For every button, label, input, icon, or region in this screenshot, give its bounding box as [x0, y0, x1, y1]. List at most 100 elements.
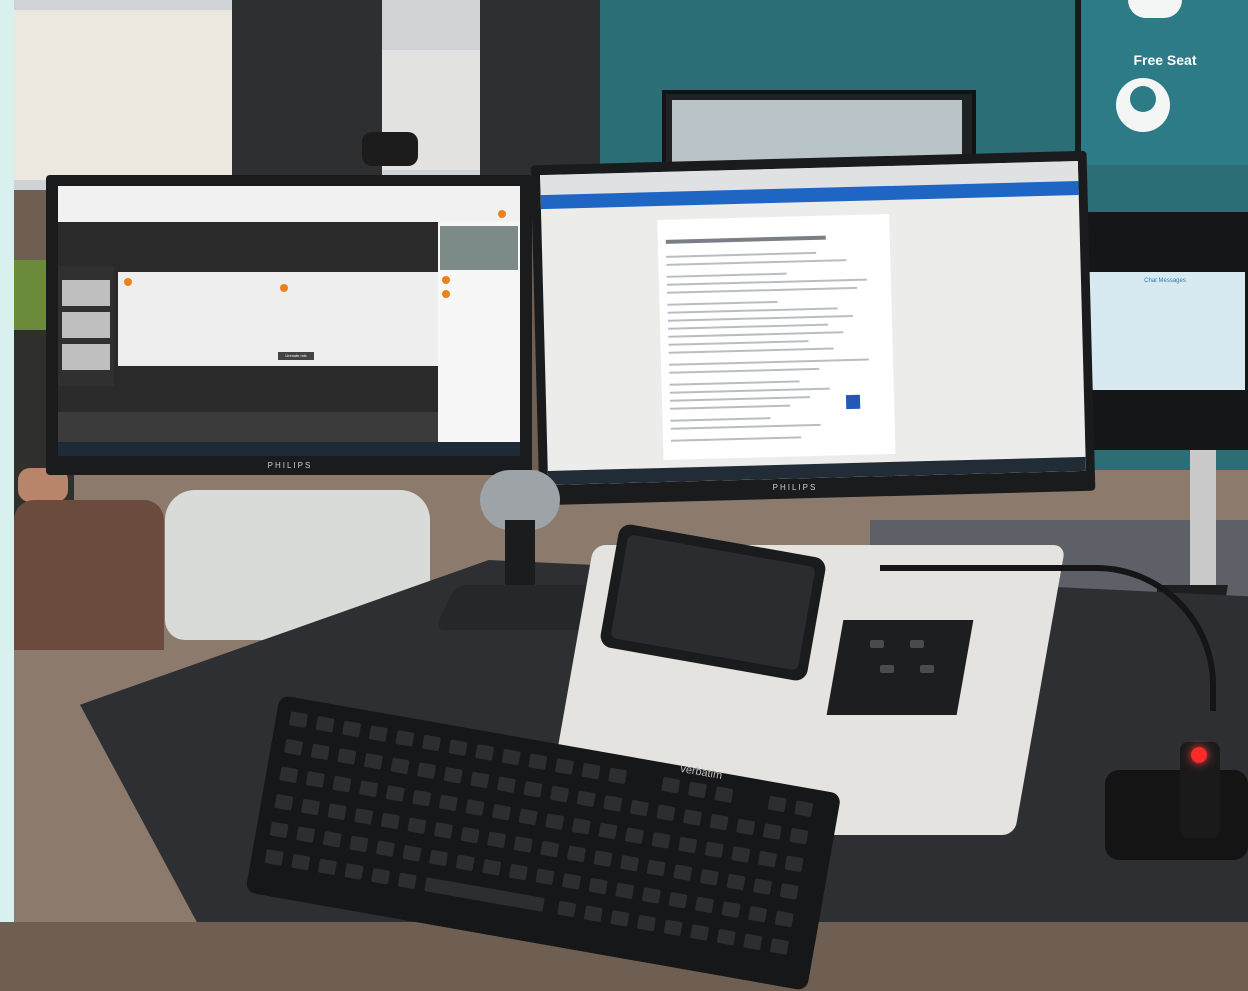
keyboard-key[interactable] [566, 845, 586, 863]
keyboard-key[interactable] [363, 752, 384, 770]
keyboard-key[interactable] [518, 808, 538, 826]
keyboard-key[interactable] [748, 905, 768, 923]
keyboard-key[interactable] [322, 830, 342, 848]
keyboard-key[interactable] [496, 776, 516, 794]
keyboard-key[interactable] [421, 734, 442, 752]
keyboard-key[interactable] [279, 766, 299, 784]
keyboard-key[interactable] [636, 914, 657, 932]
keyboard-key[interactable] [687, 781, 707, 799]
keyboard-key[interactable] [583, 905, 603, 923]
keyboard-key[interactable] [629, 799, 649, 817]
keyboard-key[interactable] [646, 859, 666, 877]
keyboard-key[interactable] [349, 835, 369, 853]
keyboard-key[interactable] [673, 864, 693, 882]
keyboard-key[interactable] [354, 808, 374, 825]
participant-tile[interactable] [62, 280, 110, 306]
keyboard-key[interactable] [762, 823, 782, 840]
keyboard-key[interactable] [694, 896, 715, 914]
keyboard-key[interactable] [704, 841, 724, 859]
keyboard-key[interactable] [443, 766, 463, 784]
keyboard-key[interactable] [397, 872, 417, 890]
keyboard-key[interactable] [668, 891, 688, 909]
video-camera-icon[interactable] [845, 394, 861, 410]
keyboard-key[interactable] [407, 817, 427, 835]
keyboard-key[interactable] [561, 873, 582, 890]
keyboard-key[interactable] [615, 882, 635, 900]
keyboard-key[interactable] [721, 901, 741, 918]
keyboard-key[interactable] [554, 758, 574, 775]
profile-avatar-icon[interactable] [498, 210, 506, 218]
keyboard-key[interactable] [332, 775, 352, 793]
keyboard-key[interactable] [291, 853, 311, 871]
keyboard-key[interactable] [598, 822, 618, 840]
keyboard-key[interactable] [424, 877, 545, 912]
unmute-button[interactable]: Unmute mic [278, 352, 314, 360]
keyboard-key[interactable] [784, 855, 804, 873]
keyboard-key[interactable] [288, 711, 309, 728]
keyboard-key[interactable] [344, 863, 364, 880]
keyboard-key[interactable] [603, 795, 623, 812]
keyboard-key[interactable] [370, 867, 391, 885]
keyboard-key[interactable] [789, 827, 809, 845]
keyboard-key[interactable] [588, 877, 608, 895]
keyboard-key[interactable] [402, 844, 422, 862]
keyboard-key[interactable] [491, 803, 512, 821]
keyboard-key[interactable] [731, 846, 751, 863]
keyboard-key[interactable] [305, 771, 325, 788]
keyboard-key[interactable] [608, 767, 628, 785]
keyboard-key[interactable] [794, 800, 814, 818]
keyboard-key[interactable] [342, 720, 362, 738]
keyboard-key[interactable] [571, 817, 591, 835]
keyboard-key[interactable] [779, 883, 799, 900]
keyboard-key[interactable] [337, 748, 357, 765]
keyboard-key[interactable] [284, 738, 304, 756]
keyboard-key[interactable] [651, 832, 671, 849]
keyboard-key[interactable] [460, 826, 480, 844]
keyboard-key[interactable] [501, 748, 521, 766]
keyboard-key[interactable] [767, 795, 787, 813]
keyboard-key[interactable] [549, 785, 570, 803]
keyboard-key[interactable] [769, 938, 789, 955]
keyboard-key[interactable] [682, 809, 703, 826]
keyboard-key[interactable] [269, 821, 289, 839]
participant-tile[interactable] [62, 312, 110, 338]
keyboard-key[interactable] [593, 850, 613, 867]
keyboard-key[interactable] [743, 933, 763, 951]
keyboard-key[interactable] [620, 854, 640, 872]
keyboard-key[interactable] [412, 789, 432, 807]
keyboard-key[interactable] [757, 850, 777, 868]
keyboard-key[interactable] [327, 803, 347, 821]
keyboard-key[interactable] [661, 776, 681, 794]
keyboard-key[interactable] [523, 780, 543, 798]
keyboard-key[interactable] [448, 739, 468, 757]
keyboard-key[interactable] [296, 826, 316, 843]
keyboard-key[interactable] [610, 910, 630, 927]
keyboard-key[interactable] [535, 868, 555, 886]
keyboard-key[interactable] [300, 798, 321, 816]
keyboard-key[interactable] [358, 780, 379, 798]
keyboard-key[interactable] [576, 790, 596, 808]
keyboard-key[interactable] [395, 729, 415, 747]
keyboard-key[interactable] [726, 873, 746, 891]
keyboard-key[interactable] [385, 785, 405, 802]
keyboard-key[interactable] [310, 743, 330, 761]
keyboard-key[interactable] [390, 757, 410, 775]
keyboard-key[interactable] [433, 822, 454, 839]
keyboard-key[interactable] [368, 725, 388, 743]
keyboard-key[interactable] [545, 813, 565, 830]
keyboard-key[interactable] [699, 868, 719, 886]
keyboard-key[interactable] [641, 887, 661, 904]
keyboard-key[interactable] [315, 715, 335, 733]
keyboard-key[interactable] [678, 836, 698, 854]
keyboard-key[interactable] [690, 924, 710, 941]
keyboard-key[interactable] [736, 818, 756, 836]
keyboard-key[interactable] [581, 762, 601, 780]
keyboard-key[interactable] [375, 840, 396, 858]
keyboard-key[interactable] [482, 859, 502, 876]
keyboard-key[interactable] [317, 858, 337, 876]
keyboard-key[interactable] [264, 849, 284, 866]
keyboard-key[interactable] [716, 928, 736, 946]
keyboard-key[interactable] [417, 762, 437, 779]
keyboard-key[interactable] [429, 849, 449, 867]
keyboard-key[interactable] [475, 744, 495, 761]
